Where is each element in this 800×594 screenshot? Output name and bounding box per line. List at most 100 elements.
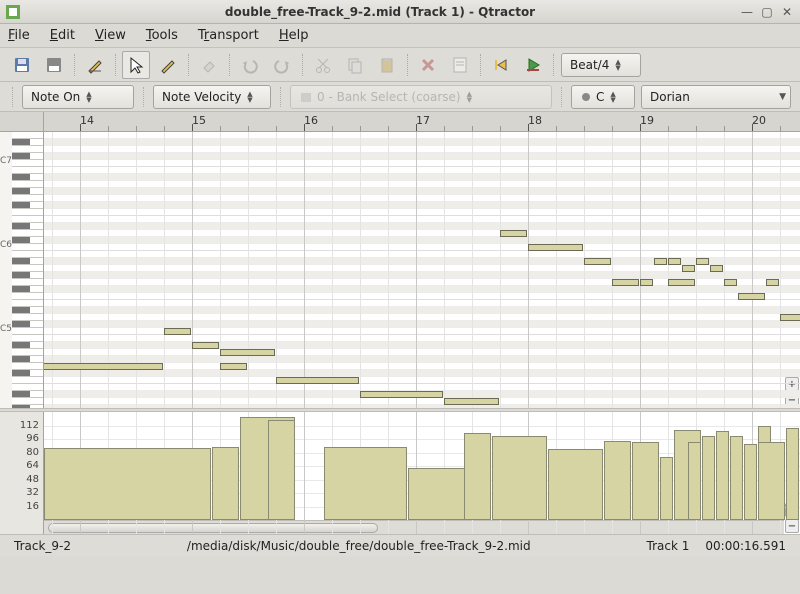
velocity-bar[interactable] [464, 433, 491, 520]
param-combo[interactable]: 0 - Bank Select (coarse) ▲▼ [290, 85, 552, 109]
velocity-bar[interactable] [604, 441, 631, 520]
velocity-bar[interactable] [268, 420, 295, 520]
midi-editor: 14151617181920 C4C5C6C7 + − 112968064483… [0, 112, 800, 534]
velocity-bar[interactable] [730, 436, 743, 520]
paste-button[interactable] [373, 51, 401, 79]
velocity-bar[interactable] [212, 447, 239, 520]
redo-button[interactable] [268, 51, 296, 79]
copy-button[interactable] [341, 51, 369, 79]
spinner-arrows-icon: ▲▼ [247, 91, 252, 103]
midi-note[interactable] [220, 349, 275, 356]
piano-keyboard[interactable]: C4C5C6C7 [0, 132, 44, 408]
event-toolbar: Note On ▲▼ Note Velocity ▲▼ 0 - Bank Sel… [0, 82, 800, 112]
midi-note[interactable] [360, 391, 443, 398]
midi-note[interactable] [44, 363, 163, 370]
midi-note[interactable] [738, 293, 765, 300]
draw-tool[interactable] [154, 51, 182, 79]
menu-file[interactable]: File [8, 28, 30, 43]
ruler-bar-label: 17 [416, 114, 430, 127]
midi-note[interactable] [612, 279, 639, 286]
titlebar: double_free-Track_9-2.mid (Track 1) - Qt… [0, 0, 800, 24]
window-title: double_free-Track_9-2.mid (Track 1) - Qt… [26, 5, 734, 19]
delete-button[interactable] [414, 51, 442, 79]
zoom-out-h-button[interactable]: − [785, 519, 799, 533]
midi-note[interactable] [668, 258, 681, 265]
midi-note[interactable] [668, 279, 695, 286]
ruler-bar-label: 15 [192, 114, 206, 127]
minimize-button[interactable]: — [740, 5, 754, 19]
edit-mode-button[interactable] [81, 51, 109, 79]
velocity-bar[interactable] [44, 448, 211, 520]
horizontal-scrollbar[interactable] [44, 520, 784, 534]
undo-button[interactable] [236, 51, 264, 79]
velocity-bar[interactable] [716, 431, 729, 520]
value-type-label: Note Velocity [162, 90, 241, 104]
properties-button[interactable] [446, 51, 474, 79]
midi-note[interactable] [724, 279, 737, 286]
midi-note[interactable] [682, 265, 695, 272]
velocity-bar[interactable] [744, 444, 757, 520]
velocity-bar[interactable] [660, 457, 673, 520]
ruler-bar-label: 20 [752, 114, 766, 127]
ruler-corner [0, 112, 44, 131]
menu-help[interactable]: Help [279, 28, 309, 43]
velocity-bar[interactable] [548, 449, 603, 520]
ruler-bar-label: 18 [528, 114, 542, 127]
param-label: 0 - Bank Select (coarse) [317, 90, 461, 104]
play-button[interactable] [519, 51, 547, 79]
pointer-tool[interactable] [122, 51, 150, 79]
velocity-bar[interactable] [786, 428, 799, 520]
statusbar: Track_9-2 /media/disk/Music/double_free/… [0, 534, 800, 556]
rewind-button[interactable] [487, 51, 515, 79]
close-button[interactable]: ✕ [780, 5, 794, 19]
menu-view[interactable]: View [95, 28, 126, 43]
event-type-label: Note On [31, 90, 80, 104]
snap-combo[interactable]: Beat/4 ▲▼ [561, 53, 641, 77]
zoom-in-v-button[interactable]: + [785, 377, 799, 391]
midi-note[interactable] [444, 398, 499, 405]
snap-combo-label: Beat/4 [570, 58, 609, 72]
midi-note[interactable] [640, 279, 653, 286]
velocity-bar[interactable] [758, 442, 785, 520]
save-button[interactable] [40, 51, 68, 79]
spinner-arrows-icon: ▲▼ [467, 91, 472, 103]
note-grid[interactable]: + − [44, 132, 800, 408]
status-path: /media/disk/Music/double_free/double_fre… [79, 539, 639, 553]
save-as-button[interactable] [8, 51, 36, 79]
midi-note[interactable] [766, 279, 779, 286]
midi-note[interactable] [654, 258, 667, 265]
midi-note[interactable] [220, 363, 247, 370]
velocity-bar[interactable] [688, 442, 701, 520]
midi-note[interactable] [164, 328, 191, 335]
midi-note[interactable] [500, 230, 527, 237]
velocity-bar[interactable] [492, 436, 547, 520]
velocity-bar[interactable] [632, 442, 659, 520]
ruler-bar-label: 19 [640, 114, 654, 127]
value-type-combo[interactable]: Note Velocity ▲▼ [153, 85, 271, 109]
midi-note[interactable] [528, 244, 583, 251]
velocity-bar[interactable] [702, 436, 715, 520]
scale-combo[interactable]: Dorian ▼ [641, 85, 791, 109]
velocity-tick-label: 96 [26, 433, 39, 444]
time-ruler[interactable]: 14151617181920 [44, 112, 800, 131]
velocity-bar[interactable] [324, 447, 407, 520]
midi-note[interactable] [192, 342, 219, 349]
event-type-combo[interactable]: Note On ▲▼ [22, 85, 134, 109]
key-combo[interactable]: C ▲▼ [571, 85, 635, 109]
midi-note[interactable] [710, 265, 723, 272]
scale-label: Dorian [650, 90, 690, 104]
midi-note[interactable] [276, 377, 359, 384]
midi-note[interactable] [696, 258, 709, 265]
menu-tools[interactable]: Tools [146, 28, 178, 43]
maximize-button[interactable]: ▢ [760, 5, 774, 19]
midi-note[interactable] [584, 258, 611, 265]
cut-button[interactable] [309, 51, 337, 79]
scrollbar-thumb[interactable] [48, 523, 378, 533]
status-time: 00:00:16.591 [697, 539, 794, 553]
velocity-lane[interactable]: + − [44, 412, 800, 534]
erase-tool[interactable] [195, 51, 223, 79]
midi-note[interactable] [780, 314, 800, 321]
menu-edit[interactable]: Edit [50, 28, 75, 43]
menu-transport[interactable]: Transport [198, 28, 259, 43]
main-toolbar: Beat/4 ▲▼ [0, 48, 800, 82]
